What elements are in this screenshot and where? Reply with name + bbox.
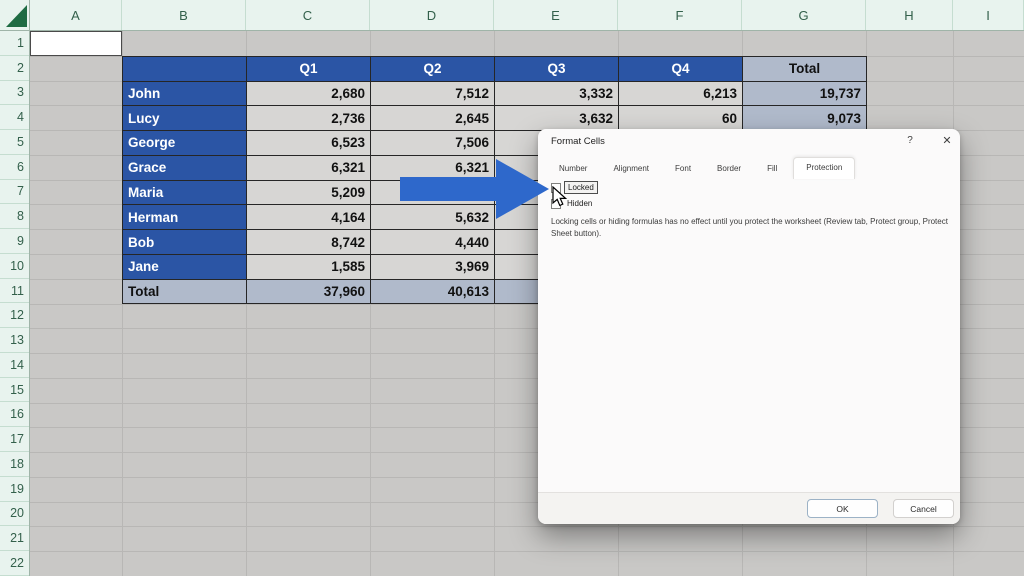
cell-F4[interactable]: 60 [619, 106, 743, 132]
tab-alignment[interactable]: Alignment [603, 159, 659, 179]
cell-F2[interactable]: Q4 [619, 56, 743, 82]
cell-G4[interactable]: 9,073 [743, 106, 867, 132]
row-header-14[interactable]: 14 [0, 353, 29, 378]
help-icon[interactable]: ? [904, 135, 916, 146]
row-header-6[interactable]: 6 [0, 155, 29, 180]
row-header-20[interactable]: 20 [0, 502, 29, 527]
column-header-A[interactable]: A [30, 0, 122, 30]
gridline [30, 526, 1024, 528]
mouse-cursor-icon [552, 186, 568, 207]
cell-B5[interactable]: George [123, 131, 247, 156]
cell-B9[interactable]: Bob [123, 230, 247, 255]
cancel-button[interactable]: Cancel [893, 499, 954, 518]
row-header-4[interactable]: 4 [0, 105, 29, 131]
cell-E3[interactable]: 3,332 [495, 81, 619, 107]
column-header-D[interactable]: D [370, 0, 494, 30]
dialog-title: Format Cells [551, 136, 605, 147]
row-header-18[interactable]: 18 [0, 452, 29, 477]
tab-font[interactable]: Font [665, 159, 701, 179]
cell-D2[interactable]: Q2 [371, 56, 495, 82]
select-all-triangle-icon [6, 5, 27, 27]
row-header-19[interactable]: 19 [0, 477, 29, 502]
cell-B3[interactable]: John [123, 81, 247, 107]
active-cell-A1[interactable] [30, 31, 122, 56]
column-headers: ABCDEFGHI [30, 0, 1024, 31]
cell-C5[interactable]: 6,523 [247, 131, 371, 156]
row-header-1[interactable]: 1 [0, 31, 29, 56]
column-header-E[interactable]: E [494, 0, 618, 30]
gridline [30, 551, 1024, 553]
locked-checkbox-label: Locked [564, 181, 598, 194]
row-header-13[interactable]: 13 [0, 328, 29, 353]
row-header-16[interactable]: 16 [0, 402, 29, 428]
excel-workbook: ABCDEFGHI 1 2 3 4 5 6 7 8 9 10 11 12 13 14 15 16 17 18 19 2… [0, 0, 1024, 576]
cell-C8[interactable]: 4,164 [247, 205, 371, 231]
cell-D10[interactable]: 3,969 [371, 254, 495, 280]
row-header-11[interactable]: 11 [0, 279, 29, 304]
cell-B10[interactable]: Jane [123, 254, 247, 280]
dialog-tabs: Number Alignment Font Border Fill Protection [549, 155, 856, 179]
cell-C4[interactable]: 2,736 [247, 106, 371, 132]
select-all-button[interactable] [0, 0, 30, 31]
cell-B6[interactable]: Grace [123, 155, 247, 181]
row-headers: 1 2 3 4 5 6 7 8 9 10 11 12 13 14 15 16 17 18 19 20 21 22 [0, 31, 30, 576]
cell-C11[interactable]: 37,960 [247, 279, 371, 305]
cell-D5[interactable]: 7,506 [371, 131, 495, 156]
column-header-G[interactable]: G [742, 0, 866, 30]
row-header-12[interactable]: 12 [0, 303, 29, 329]
row-header-8[interactable]: 8 [0, 204, 29, 230]
row-header-9[interactable]: 9 [0, 229, 29, 254]
row-header-10[interactable]: 10 [0, 254, 29, 279]
annotation-arrow-icon [400, 159, 549, 219]
cell-C9[interactable]: 8,742 [247, 230, 371, 255]
cell-G2[interactable]: Total [743, 56, 867, 82]
cell-C3[interactable]: 2,680 [247, 81, 371, 107]
cell-G3[interactable]: 19,737 [743, 81, 867, 107]
cell-D4[interactable]: 2,645 [371, 106, 495, 132]
protection-description: Locking cells or hiding formulas has no … [551, 217, 948, 238]
cell-F3[interactable]: 6,213 [619, 81, 743, 107]
cell-E4[interactable]: 3,632 [495, 106, 619, 132]
close-icon[interactable]: ✕ [940, 134, 954, 147]
format-cells-dialog: Format Cells ? ✕ Number Alignment Font Bord… [538, 129, 960, 524]
column-header-H[interactable]: H [866, 0, 953, 30]
cell-D11[interactable]: 40,613 [371, 279, 495, 305]
dialog-footer: OK Cancel [538, 492, 960, 524]
cell-C2[interactable]: Q1 [247, 56, 371, 82]
row-header-22[interactable]: 22 [0, 551, 29, 576]
cell-D3[interactable]: 7,512 [371, 81, 495, 107]
row-header-15[interactable]: 15 [0, 378, 29, 403]
column-header-C[interactable]: C [246, 0, 370, 30]
row-header-5[interactable]: 5 [0, 130, 29, 155]
row-header-17[interactable]: 17 [0, 427, 29, 453]
tab-number[interactable]: Number [549, 159, 597, 179]
ok-button[interactable]: OK [807, 499, 878, 518]
arrow-shape [400, 159, 549, 219]
cell-B7[interactable]: Maria [123, 180, 247, 206]
row-header-7[interactable]: 7 [0, 180, 29, 205]
column-header-B[interactable]: B [122, 0, 246, 30]
cell-C7[interactable]: 5,209 [247, 180, 371, 206]
row-header-21[interactable]: 21 [0, 526, 29, 552]
column-header-I[interactable]: I [953, 0, 1024, 30]
cell-E2[interactable]: Q3 [495, 56, 619, 82]
cell-C10[interactable]: 1,585 [247, 254, 371, 280]
cell-B2[interactable] [123, 56, 247, 82]
cell-B8[interactable]: Herman [123, 205, 247, 231]
row-header-3[interactable]: 3 [0, 81, 29, 106]
cell-B11[interactable]: Total [123, 279, 247, 305]
cell-D9[interactable]: 4,440 [371, 230, 495, 255]
cell-C6[interactable]: 6,321 [247, 155, 371, 181]
column-header-F[interactable]: F [618, 0, 742, 30]
tab-protection[interactable]: Protection [793, 157, 856, 179]
cell-B4[interactable]: Lucy [123, 106, 247, 132]
row-header-2[interactable]: 2 [0, 56, 29, 81]
tab-border[interactable]: Border [707, 159, 751, 179]
tab-fill[interactable]: Fill [757, 159, 787, 179]
